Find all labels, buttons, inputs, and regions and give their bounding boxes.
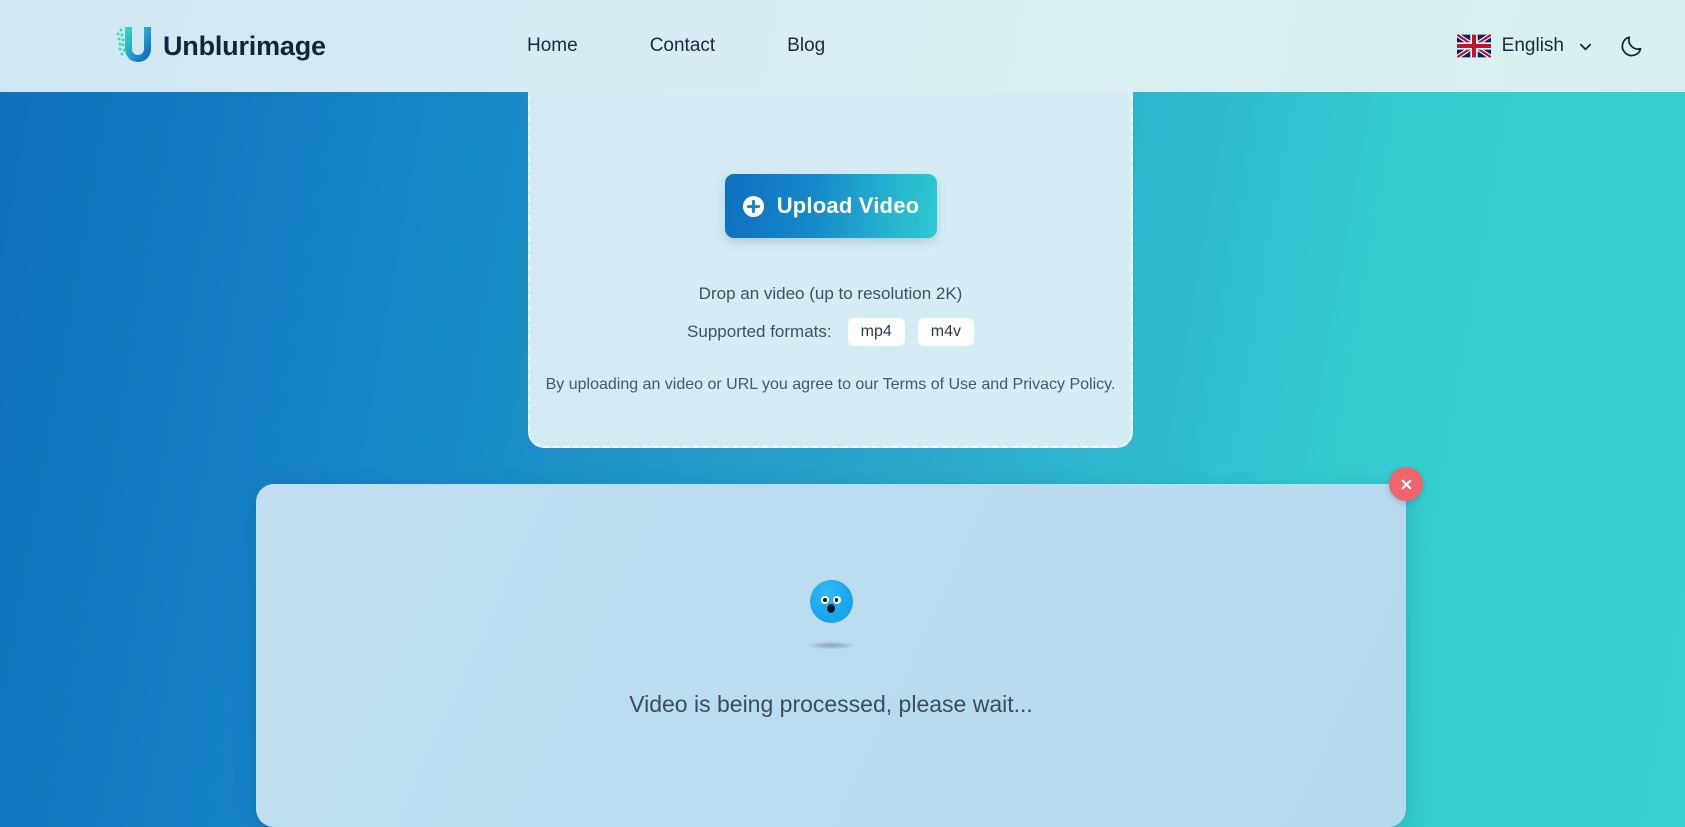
terms-conjunction: and [976, 376, 1013, 393]
brand-logo-link[interactable]: Unblurimage [114, 24, 326, 68]
close-x-icon [1401, 479, 1411, 489]
loader-eye-left [820, 596, 829, 604]
format-badge-mp4[interactable]: mp4 [847, 318, 905, 346]
loader-pupil-left [823, 598, 827, 602]
site-header: Unblurimage Home Contact Blog English [0, 0, 1685, 92]
plus-circle-icon [742, 195, 764, 217]
language-selector[interactable]: English [1456, 34, 1593, 58]
header-right-controls: English [1456, 33, 1645, 59]
loader-shadow [809, 642, 853, 649]
format-badge-m4v[interactable]: m4v [917, 318, 974, 346]
brand-name: Unblurimage [163, 30, 326, 61]
terms-suffix: . [1110, 376, 1116, 393]
upload-dropzone-card[interactable]: Upload Video Drop an video (up to resolu… [528, 58, 1133, 448]
supported-formats-label: Supported formats: [687, 322, 832, 341]
nav-link-home[interactable]: Home [527, 29, 578, 63]
loader-eye-right [832, 596, 841, 604]
upload-video-button[interactable]: Upload Video [724, 174, 937, 238]
loader-pupil-right [834, 598, 838, 602]
bouncing-ball-loader-icon [809, 580, 853, 623]
privacy-policy-link[interactable]: Privacy Policy [1013, 376, 1111, 393]
processing-status-text: Video is being processed, please wait... [629, 691, 1033, 717]
uk-flag-icon [1456, 34, 1491, 58]
terms-notice: By uploading an video or URL you agree t… [546, 376, 1116, 394]
u-logo-icon [116, 27, 151, 62]
nav-link-contact[interactable]: Contact [650, 29, 715, 63]
nav-link-blog[interactable]: Blog [787, 29, 825, 63]
moon-icon[interactable] [1619, 33, 1645, 59]
terms-prefix: By uploading an video or URL you agree t… [545, 376, 883, 393]
upload-video-button-label: Upload Video [776, 193, 920, 218]
chevron-down-icon [1579, 43, 1592, 50]
processing-card: Video is being processed, please wait... [256, 467, 1423, 827]
processing-content: Video is being processed, please wait... [256, 580, 1406, 718]
language-label: English [1501, 35, 1564, 56]
drop-hint-text: Drop an video (up to resolution 2K) [698, 284, 963, 303]
loader-mouth [827, 604, 835, 613]
close-processing-button[interactable] [1389, 467, 1423, 501]
main-navigation: Home Contact Blog [527, 29, 825, 63]
terms-of-use-link[interactable]: Terms of Use [883, 376, 977, 393]
supported-formats-row: Supported formats: mp4 m4v [687, 318, 974, 346]
